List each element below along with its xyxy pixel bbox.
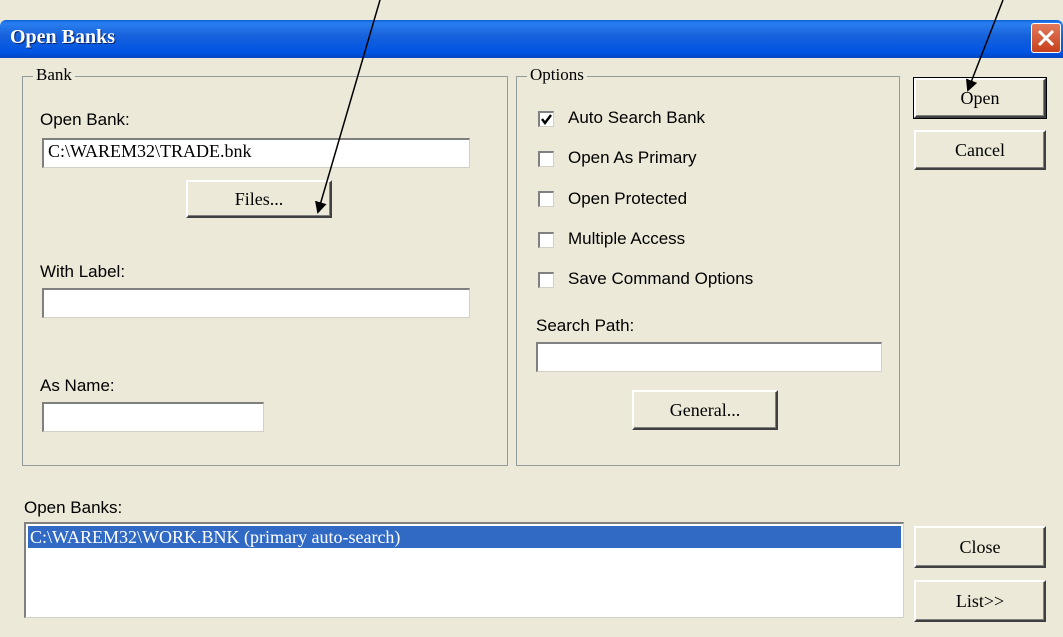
checkbox-label: Open Protected xyxy=(568,189,688,208)
with-label-field[interactable] xyxy=(42,288,470,318)
cancel-button[interactable]: Cancel xyxy=(914,130,1046,170)
as-name-label-text: As Name: xyxy=(40,376,115,395)
close-button-label: Close xyxy=(959,536,1001,557)
search-path-label-text: Search Path: xyxy=(536,316,635,335)
open-button-label: Open xyxy=(960,87,1000,108)
close-window-button[interactable] xyxy=(1031,23,1061,53)
options-group-title: Options xyxy=(527,65,587,85)
checkbox-label: Open As Primary xyxy=(568,148,697,167)
window-title: Open Banks xyxy=(10,26,116,48)
open-banks-label: Open Banks: xyxy=(24,498,122,518)
open-bank-value: C:\WAREM32\TRADE.bnk xyxy=(48,141,252,161)
checkbox-label: Save Command Options xyxy=(568,269,754,288)
general-button[interactable]: General... xyxy=(632,390,778,430)
checkbox-label: Multiple Access xyxy=(568,229,686,248)
as-name-label: As Name: xyxy=(40,376,115,396)
general-button-label: General... xyxy=(669,399,741,420)
cancel-button-label: Cancel xyxy=(955,139,1005,160)
checkbox-box[interactable] xyxy=(538,191,554,207)
search-path-field[interactable] xyxy=(536,342,882,372)
files-button[interactable]: Files... xyxy=(186,180,332,218)
checkmark-icon xyxy=(541,114,552,125)
open-button[interactable]: Open xyxy=(913,77,1047,119)
checkbox-box[interactable] xyxy=(538,111,554,127)
open-bank-label-text: Open Bank: xyxy=(40,110,130,129)
files-button-label: Files... xyxy=(234,188,284,209)
list-button[interactable]: List>> xyxy=(914,580,1046,622)
open-bank-label: Open Bank: xyxy=(40,110,130,130)
open-bank-field[interactable]: C:\WAREM32\TRADE.bnk xyxy=(42,138,470,168)
list-button-label: List>> xyxy=(955,590,1005,611)
checkbox-box[interactable] xyxy=(538,151,554,167)
title-bar[interactable]: Open Banks xyxy=(0,20,1063,58)
close-button[interactable]: Close xyxy=(914,526,1046,568)
bank-group-title: Bank xyxy=(33,65,75,85)
open-banks-dialog: Open Banks Bank Open Bank: C:\WAREM32\TR… xyxy=(0,0,1063,637)
open-banks-label-text: Open Banks: xyxy=(24,498,123,517)
checkbox-label: Auto Search Bank xyxy=(568,108,706,127)
search-path-label: Search Path: xyxy=(536,316,634,336)
close-icon xyxy=(1037,29,1055,47)
checkbox-box[interactable] xyxy=(538,232,554,248)
checkbox-box[interactable] xyxy=(538,272,554,288)
with-label-label-text: With Label: xyxy=(40,262,126,281)
list-item[interactable]: C:\WAREM32\WORK.BNK (primary auto-search… xyxy=(28,526,901,548)
with-label-label: With Label: xyxy=(40,262,125,282)
as-name-field[interactable] xyxy=(42,402,264,432)
open-banks-list[interactable]: C:\WAREM32\WORK.BNK (primary auto-search… xyxy=(24,522,904,618)
